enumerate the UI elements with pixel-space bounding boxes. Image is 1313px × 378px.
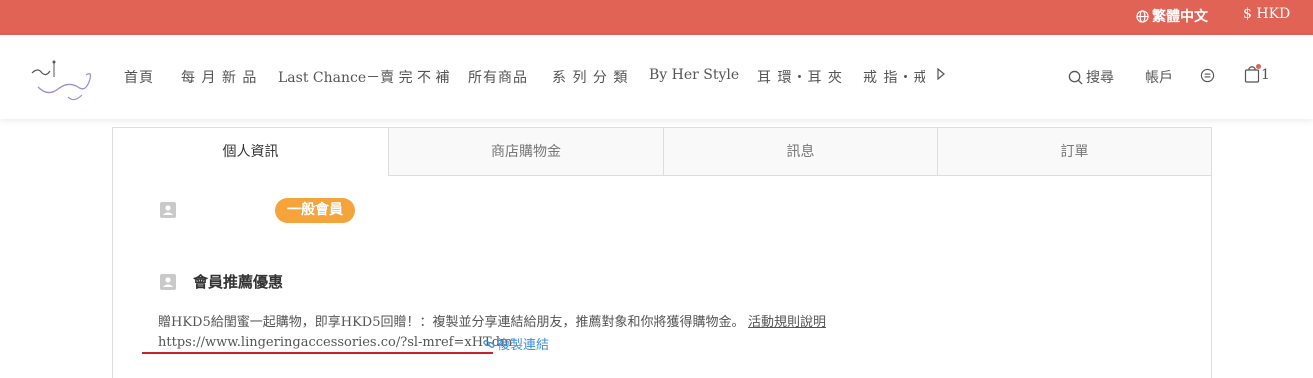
tab-store-credits[interactable]: 商店購物金 xyxy=(388,128,663,176)
lingering-logo[interactable] xyxy=(28,57,98,107)
nav-item-earrings[interactable]: 耳 環・耳 夾 xyxy=(757,67,843,87)
search-button[interactable]: 搜尋 xyxy=(1068,67,1114,87)
nav-item-rings[interactable]: 戒 指・戒 xyxy=(863,67,925,87)
site-header: 首頁 每 月 新 品 Last Chance－賣 完 不 補 所有商品 系 列 … xyxy=(0,35,1313,119)
nav-item-monthly-new[interactable]: 每 月 新 品 xyxy=(181,67,257,87)
language-selector[interactable]: 繁體中文 xyxy=(1136,6,1208,26)
link-icon xyxy=(483,339,495,348)
cart-button[interactable]: 1 xyxy=(1244,64,1270,83)
referral-url[interactable]: https://www.lingeringaccessories.co/?sl-… xyxy=(158,335,512,350)
cart-notification-dot xyxy=(1256,64,1261,69)
annotation-underline xyxy=(142,352,493,354)
nav-item-all-products[interactable]: 所有商品 xyxy=(468,67,528,87)
nav-item-by-her-style[interactable]: By Her Style xyxy=(649,67,739,83)
top-bar: 繁體中文 $ HKD xyxy=(0,0,1313,35)
copy-link-button[interactable]: 複製連結 xyxy=(483,334,549,353)
member-tier-badge: 一般會員 xyxy=(275,198,355,223)
member-panel: 個人資訊 商店購物金 訊息 訂單 一般會員 會員推薦優惠 贈HKD5給閨蜜一起購… xyxy=(112,127,1212,378)
search-label: 搜尋 xyxy=(1086,70,1114,86)
search-icon xyxy=(1068,70,1083,85)
nav-item-last-chance[interactable]: Last Chance－賣 完 不 補 xyxy=(278,67,449,87)
globe-icon xyxy=(1136,9,1149,23)
logo-icon xyxy=(31,60,92,101)
currency-selector[interactable]: $ HKD xyxy=(1243,6,1290,22)
account-link[interactable]: 帳戶 xyxy=(1145,67,1173,87)
language-label: 繁體中文 xyxy=(1152,9,1208,25)
member-tabs: 個人資訊 商店購物金 訊息 訂單 xyxy=(113,128,1211,176)
nav-more-button[interactable] xyxy=(936,67,946,84)
member-card-icon xyxy=(160,202,176,218)
referral-card-icon xyxy=(160,274,176,290)
nav-item-home[interactable]: 首頁 xyxy=(124,67,154,87)
rules-link[interactable]: 活動規則說明 xyxy=(748,311,826,330)
copy-link-label: 複製連結 xyxy=(497,338,550,353)
tab-orders[interactable]: 訂單 xyxy=(937,128,1211,176)
tab-profile[interactable]: 個人資訊 xyxy=(113,128,388,176)
tab-messages[interactable]: 訊息 xyxy=(663,128,937,176)
message-button[interactable] xyxy=(1200,68,1215,87)
referral-title: 會員推薦優惠 xyxy=(193,273,284,291)
cart-count: 1 xyxy=(1261,67,1270,83)
chat-bubble-icon xyxy=(1200,68,1215,83)
play-arrow-icon xyxy=(937,67,945,81)
nav-item-collections[interactable]: 系 列 分 類 xyxy=(552,67,628,87)
referral-description: 贈HKD5給閨蜜一起購物，即享HKD5回贈！：複製並分享連結給朋友，推薦對象和你… xyxy=(158,315,745,330)
